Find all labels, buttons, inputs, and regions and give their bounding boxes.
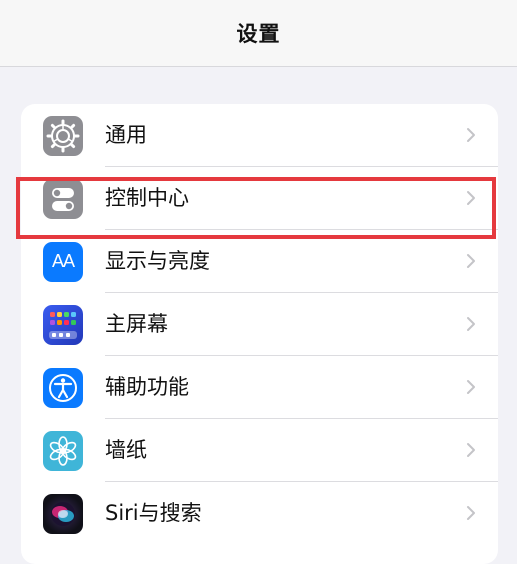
accessibility-icon xyxy=(43,368,83,408)
settings-item-general[interactable]: 通用 xyxy=(21,104,498,167)
chevron-right-icon xyxy=(467,506,475,520)
display-brightness-glyph: AA xyxy=(51,251,75,271)
wallpaper-flower-icon xyxy=(43,431,83,471)
toggles-icon xyxy=(43,179,83,219)
chevron-right-icon xyxy=(467,191,475,205)
chevron-right-icon xyxy=(467,317,475,331)
settings-item-accessibility[interactable]: 辅助功能 xyxy=(21,356,498,419)
display-brightness-icon: AA xyxy=(43,242,83,282)
gear-icon xyxy=(43,116,83,156)
settings-list: 通用 控制中心 AA 显示与亮度 主屏幕 辅助功能 墙纸 Siri与搜索 xyxy=(21,104,498,564)
settings-item-home-screen[interactable]: 主屏幕 xyxy=(21,293,498,356)
home-screen-icon xyxy=(43,305,83,345)
settings-item-display-brightness[interactable]: AA 显示与亮度 xyxy=(21,230,498,293)
chevron-right-icon xyxy=(467,254,475,268)
settings-item-wallpaper[interactable]: 墙纸 xyxy=(21,419,498,482)
settings-item-label: 主屏幕 xyxy=(105,312,168,336)
settings-item-label: 显示与亮度 xyxy=(105,249,210,273)
chevron-right-icon xyxy=(467,380,475,394)
settings-item-label: 通用 xyxy=(105,123,147,147)
settings-item-siri-search[interactable]: Siri与搜索 xyxy=(21,482,498,545)
settings-item-label: 墙纸 xyxy=(105,438,147,462)
settings-item-label: 辅助功能 xyxy=(105,375,189,399)
nav-bar: 设置 xyxy=(0,0,517,67)
settings-item-control-center[interactable]: 控制中心 xyxy=(21,167,498,230)
settings-item-label: Siri与搜索 xyxy=(105,501,202,525)
chevron-right-icon xyxy=(467,443,475,457)
settings-item-label: 控制中心 xyxy=(105,186,189,210)
siri-icon xyxy=(43,494,83,534)
chevron-right-icon xyxy=(467,128,475,142)
page-title: 设置 xyxy=(236,22,281,46)
